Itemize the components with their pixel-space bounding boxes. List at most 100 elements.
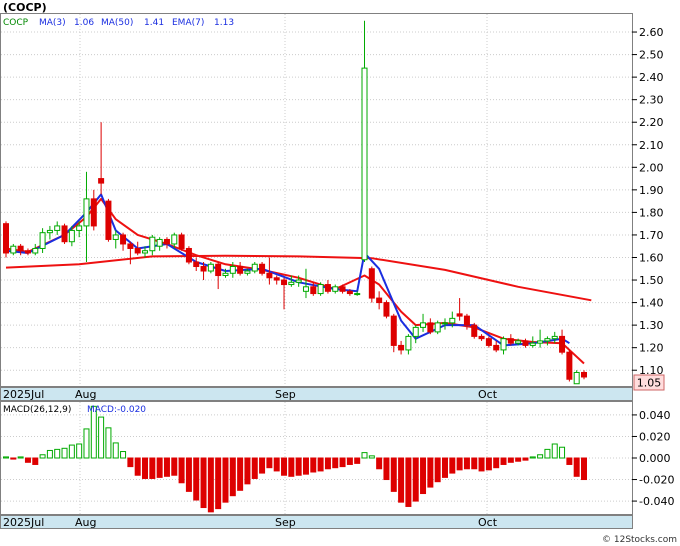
macd-bar-positive [3,456,9,459]
candle-body-down [134,247,141,254]
macd-legend-label: MACD(26,12,9) [3,405,71,415]
macd-bar-negative [463,457,470,470]
candle-body-down [493,344,500,351]
macd-bar-positive [529,456,536,459]
candle-body-up [112,234,119,240]
macd-bar-negative [10,457,17,460]
candle-body-down [398,344,405,351]
macd-bar-negative [383,457,390,481]
last-price-label: 1.05 [637,377,662,390]
candle-body-down [273,277,280,281]
candle-body-up [332,286,339,292]
candle-body-up [244,270,251,274]
macd-bar-negative [171,457,178,476]
x-label-2025jul: 2025Jul [3,388,44,401]
candle-body-down [368,268,375,299]
macd-bar-positive [17,456,24,459]
watermark: © 12Stocks.com [602,535,677,545]
candle-body-up [142,250,149,254]
macd-bar-negative [441,457,448,478]
macd-legend-value: MACD:-0.020 [87,405,146,415]
candle-body-down [178,234,185,249]
candle-body-up [68,229,75,243]
candle-body-up [207,263,214,272]
macd-bar-positive [361,452,368,459]
macd-bar-negative [259,457,266,474]
macd-bar-positive [46,449,53,459]
candle-body-down [390,315,397,346]
macd-bar-negative [149,457,156,479]
macd-bar-positive [537,454,544,459]
macd-bar-negative [215,457,222,510]
candle-body-down [478,335,485,340]
ema7-legend-value: 1.13 [214,18,234,28]
candle-body-up [434,322,441,333]
macd-bar-negative [515,457,522,462]
candle-body-down [185,247,192,263]
macd-bar-negative [456,457,463,471]
candle-body-down [90,198,97,227]
x-label-oct: Oct [478,388,498,401]
candle-body-up [222,272,229,277]
macd-bar-negative [302,457,309,475]
macd-bar-negative [281,457,288,476]
macd-bar-positive [98,416,105,459]
macd-bar-negative [471,457,478,470]
macd-bar-negative [222,457,229,503]
candle-body-up [420,322,427,328]
macd-bar-positive [83,428,90,459]
candle-body-up [10,245,17,254]
candle-body-down [266,272,273,279]
candle-body-up [500,338,507,351]
candle-body-down [24,250,31,254]
macd-bar-negative [317,457,324,472]
candle-body-down [215,263,222,277]
macd-bar-negative [566,457,573,465]
macd-bar-negative [398,457,405,503]
candle-body-down [193,261,200,268]
macd-bar-negative [273,457,280,472]
macd-bar-positive [54,448,61,459]
candle-body-up [515,340,522,344]
macd-bar-negative [185,457,192,492]
ma50-legend-value: 1.41 [144,18,164,28]
candle-body-down [3,223,9,254]
macd-bar-positive [76,443,83,459]
x-label-sep: Sep [275,388,296,401]
candle-body-up [295,279,302,283]
macd-bar-negative [295,457,302,476]
candle-body-up [441,322,448,325]
macd-bar-negative [178,457,185,484]
price-tick-label: 1.80 [639,206,664,219]
candle-body-up [551,335,558,340]
candle-body-down [237,266,244,274]
candle-body-up [529,342,536,346]
macd-bar-negative [581,457,587,481]
macd-bar-negative [200,457,207,509]
x-label-aug: Aug [75,388,96,401]
price-tick-label: 2.60 [639,26,664,39]
candle-body-down [98,178,105,184]
candle-body-down [376,297,383,304]
price-tick-label: 2.00 [639,161,664,174]
macd-bar-negative [310,457,317,473]
candle-body-down [463,315,470,326]
candle-body-down [200,266,207,272]
candle-body-down [259,263,266,274]
macd-bar-positive [68,444,75,459]
macd-x-label-2025jul: 2025Jul [3,516,44,529]
candle-body-up [302,286,309,292]
macd-bar-negative [376,457,383,470]
candle-body-up [405,335,412,351]
candle-body-down [507,338,514,344]
macd-bar-negative [339,457,346,468]
macd-bar-positive [120,451,127,459]
candle-body-down [105,200,112,240]
candle-body-up [573,371,580,385]
macd-bar-negative [163,457,170,477]
macd-bar-negative [324,457,331,470]
candle-body-up [537,340,544,344]
price-tick-label: 2.50 [639,49,664,62]
macd-bar-negative [412,457,419,502]
candle-body-down [485,338,492,346]
